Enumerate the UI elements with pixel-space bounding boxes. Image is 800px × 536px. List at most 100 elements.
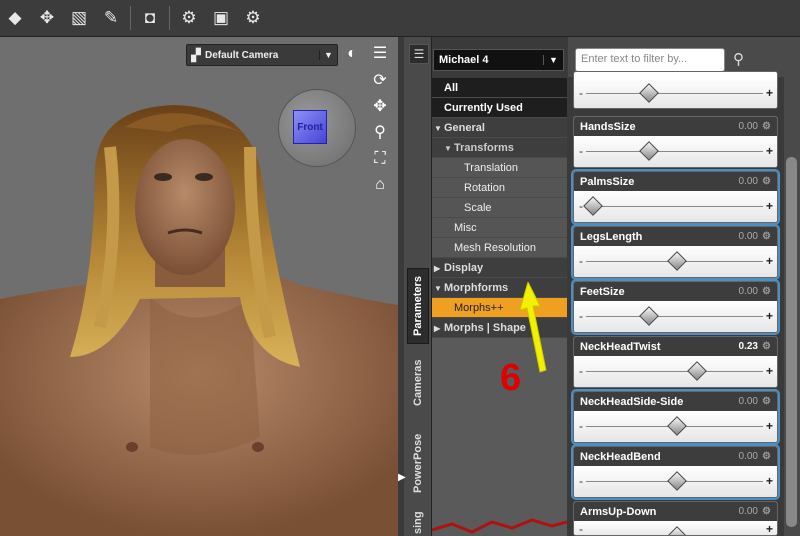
- decrement-icon[interactable]: -: [579, 309, 583, 323]
- param-value[interactable]: 0.00: [739, 231, 758, 242]
- slider-knob[interactable]: [639, 141, 659, 161]
- gear-icon[interactable]: ⚙: [762, 451, 774, 462]
- tree-item-display[interactable]: ▶ Display: [432, 258, 567, 278]
- scrollbar-thumb[interactable]: [786, 157, 797, 527]
- tree-item-rotation[interactable]: Rotation: [432, 178, 567, 198]
- camera-capture-icon[interactable]: ◘: [137, 5, 163, 31]
- parameter-feet-size[interactable]: FeetSize 0.00 ⚙ - +: [571, 279, 780, 335]
- param-value[interactable]: 0.00: [739, 396, 758, 407]
- parameter-neck-head-twist[interactable]: NeckHeadTwist 0.23 ⚙ - +: [573, 336, 778, 388]
- expanded-triangle-icon: ▼: [444, 144, 452, 153]
- figure-selector[interactable]: Michael 4 ▼: [433, 49, 564, 71]
- slider-knob[interactable]: [667, 251, 687, 271]
- frame-icon[interactable]: ⛶: [370, 149, 390, 169]
- param-value[interactable]: 0.00: [739, 506, 758, 517]
- tree-label: Display: [444, 262, 484, 274]
- view-cube-face[interactable]: Front: [293, 110, 327, 144]
- parameter-scrollbar[interactable]: [784, 77, 800, 536]
- gear-icon[interactable]: ⚙: [762, 506, 774, 517]
- tab-powerpose[interactable]: PowerPose: [407, 422, 429, 504]
- parameter-legs-length[interactable]: LegsLength 0.00 ⚙ - +: [571, 224, 780, 280]
- tree-item-all[interactable]: All: [432, 78, 567, 98]
- param-value[interactable]: 0.00: [739, 286, 758, 297]
- param-value[interactable]: 0.00: [739, 176, 758, 187]
- decrement-icon[interactable]: -: [579, 419, 583, 433]
- zoom-icon[interactable]: ⚲: [370, 123, 390, 143]
- settings-icon[interactable]: ⚙: [176, 5, 202, 31]
- tree-item-transforms[interactable]: ▼ Transforms: [432, 138, 567, 158]
- decrement-icon[interactable]: -: [579, 522, 583, 535]
- 3d-viewport[interactable]: ▞ Default Camera ▼ ◐ ☰ Front ⟳ ✥ ⚲ ⛶ ⌂: [0, 37, 398, 536]
- decrement-icon[interactable]: -: [579, 254, 583, 268]
- parameter-hands-size[interactable]: HandsSize 0.00 ⚙ - +: [573, 116, 778, 168]
- increment-icon[interactable]: +: [766, 474, 773, 488]
- annotation-number: 6: [500, 357, 522, 399]
- param-value[interactable]: 0.00: [739, 121, 758, 132]
- gear-icon[interactable]: ⚙: [762, 231, 774, 242]
- increment-icon[interactable]: +: [766, 419, 773, 433]
- tree-item-scale[interactable]: Scale: [432, 198, 567, 218]
- increment-icon[interactable]: +: [766, 254, 773, 268]
- decrement-icon[interactable]: -: [579, 364, 583, 378]
- filter-input[interactable]: Enter text to filter by...: [575, 48, 725, 72]
- partial-icon[interactable]: ◆: [2, 5, 28, 31]
- tree-label: General: [444, 122, 485, 134]
- increment-icon[interactable]: +: [766, 309, 773, 323]
- parameter-slider-partial[interactable]: - +: [573, 71, 778, 109]
- slider-knob[interactable]: [667, 526, 687, 535]
- collapsed-triangle-icon: ▶: [434, 264, 441, 273]
- tree-item-general[interactable]: ▼ General: [432, 118, 567, 138]
- render-icon[interactable]: ▣: [208, 5, 234, 31]
- tree-item-translation[interactable]: Translation: [432, 158, 567, 178]
- increment-icon[interactable]: +: [766, 86, 773, 100]
- draw-style-icon[interactable]: ◐: [342, 44, 362, 64]
- slider-track: [586, 93, 763, 94]
- slider-knob[interactable]: [639, 83, 659, 103]
- slider-knob[interactable]: [639, 306, 659, 326]
- tree-item-currently-used[interactable]: Currently Used: [432, 98, 567, 118]
- fill-icon[interactable]: ▧: [66, 5, 92, 31]
- gear-icon[interactable]: ⚙: [762, 121, 774, 132]
- param-label: ArmsUp-Down: [580, 505, 657, 518]
- view-cube[interactable]: Front: [278, 89, 356, 167]
- edit-icon[interactable]: ✎: [98, 5, 124, 31]
- gear-icon[interactable]: ⚙: [762, 176, 774, 187]
- tree-item-mesh-resolution[interactable]: Mesh Resolution: [432, 238, 567, 258]
- render-settings-icon[interactable]: ⚙: [240, 5, 266, 31]
- increment-icon[interactable]: +: [766, 199, 773, 213]
- figure-name: Michael 4: [439, 54, 489, 66]
- chevron-down-icon: ▼: [543, 55, 563, 65]
- tab-posing[interactable]: sing: [407, 510, 429, 536]
- search-icon[interactable]: ⚲: [733, 50, 744, 68]
- decrement-icon[interactable]: -: [579, 474, 583, 488]
- parameter-neck-head-bend[interactable]: NeckHeadBend 0.00 ⚙ - +: [571, 444, 780, 500]
- slider-knob[interactable]: [583, 196, 603, 216]
- gear-icon[interactable]: ⚙: [762, 396, 774, 407]
- increment-icon[interactable]: +: [766, 144, 773, 158]
- decrement-icon[interactable]: -: [579, 144, 583, 158]
- param-value[interactable]: 0.00: [739, 451, 758, 462]
- slider-knob[interactable]: [667, 471, 687, 491]
- pane-menu-icon[interactable]: ☰: [409, 44, 429, 64]
- gear-icon[interactable]: ⚙: [762, 341, 774, 352]
- tab-parameters[interactable]: Parameters: [407, 268, 429, 344]
- gear-icon[interactable]: ⚙: [762, 286, 774, 297]
- transform-icon[interactable]: ✥: [34, 5, 60, 31]
- param-value[interactable]: 0.23: [739, 341, 758, 352]
- tab-cameras[interactable]: Cameras: [407, 350, 429, 416]
- viewport-menu-icon[interactable]: ☰: [370, 44, 390, 64]
- orbit-icon[interactable]: ⟳: [370, 71, 390, 91]
- parameter-arms-up-down[interactable]: ArmsUp-Down 0.00 ⚙ - +: [573, 501, 778, 536]
- collapse-arrow-icon[interactable]: ▶: [398, 472, 406, 483]
- slider-knob[interactable]: [687, 361, 707, 381]
- tree-item-misc[interactable]: Misc: [432, 218, 567, 238]
- slider-knob[interactable]: [667, 416, 687, 436]
- home-view-icon[interactable]: ⌂: [370, 175, 390, 195]
- increment-icon[interactable]: +: [766, 364, 773, 378]
- pan-icon[interactable]: ✥: [370, 97, 390, 117]
- decrement-icon[interactable]: -: [579, 86, 583, 100]
- parameter-palms-size[interactable]: PalmsSize 0.00 ⚙ - +: [571, 169, 780, 225]
- increment-icon[interactable]: +: [766, 522, 773, 535]
- camera-dropdown[interactable]: ▞ Default Camera ▼: [186, 44, 338, 66]
- parameter-neck-head-side-side[interactable]: NeckHeadSide-Side 0.00 ⚙ - +: [571, 389, 780, 445]
